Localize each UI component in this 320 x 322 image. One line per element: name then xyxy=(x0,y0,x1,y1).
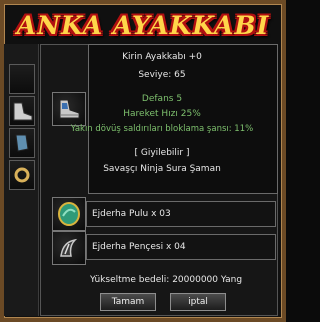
cancel-button[interactable]: iptal xyxy=(170,293,226,311)
glove-icon xyxy=(15,134,29,152)
material-slot[interactable] xyxy=(52,197,86,231)
item-name: Kirin Ayakkabı +0 xyxy=(122,52,202,62)
stat-move-speed: Hareket Hızı 25% xyxy=(123,109,201,119)
material-label: Ejderha Pulu x 03 xyxy=(92,209,171,219)
side-slot[interactable] xyxy=(9,128,35,158)
ring-icon xyxy=(14,167,30,183)
banner-title: ANKA AYAKKABI xyxy=(16,10,270,40)
material-slot[interactable] xyxy=(52,231,86,265)
shoe-icon xyxy=(13,102,33,121)
material-label: Ejderha Pençesi x 04 xyxy=(92,242,186,252)
stat-defense: Defans 5 xyxy=(141,94,183,104)
item-level: Seviye: 65 xyxy=(138,70,186,80)
dragon-claw-icon xyxy=(60,238,78,257)
wearable-label: [ Giyilebilir ] xyxy=(134,148,190,158)
class-list: Savaşçı Ninja Sura Şaman xyxy=(103,164,221,174)
shop-banner: ANKA AYAKKABI xyxy=(10,6,276,44)
side-slot[interactable] xyxy=(9,160,35,190)
ok-button[interactable]: Tamam xyxy=(100,293,156,311)
upgrade-cost: Yükseltme bedeli: 20000000 Yang xyxy=(90,275,243,285)
stat-block-chance: Yakın dövüş saldırıları bloklama şansı: … xyxy=(70,124,254,134)
side-slot[interactable] xyxy=(9,96,35,126)
side-slot[interactable] xyxy=(9,64,35,94)
dragon-scale-icon xyxy=(58,202,80,226)
